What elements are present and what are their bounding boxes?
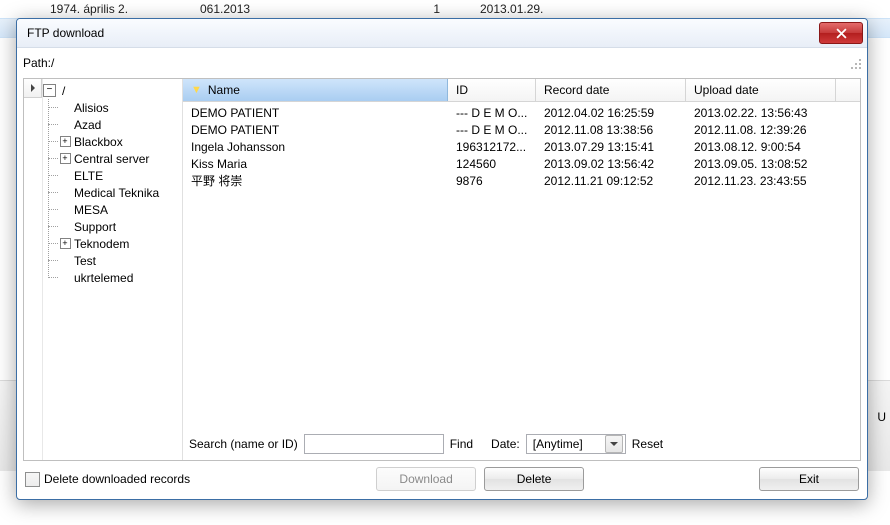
delete-button[interactable]: Delete — [484, 467, 584, 491]
tree-item[interactable]: +Central server — [61, 150, 182, 167]
table-row[interactable]: 平野 将崇98762012.11.21 09:12:522012.11.23. … — [183, 172, 860, 189]
plus-icon[interactable]: + — [60, 238, 71, 249]
cell-upload: 2013.08.12. 9:00:54 — [686, 140, 836, 154]
cell-record: 2012.11.08 13:38:56 — [536, 123, 686, 137]
cell-record: 2013.09.02 13:56:42 — [536, 157, 686, 171]
bg-partial-text: U — [877, 410, 886, 424]
table-row[interactable]: Ingela Johansson196312172...2013.07.29 1… — [183, 138, 860, 155]
tree-item-label: Central server — [72, 152, 149, 166]
minus-icon[interactable]: − — [43, 84, 56, 97]
tree-item[interactable]: Support — [61, 218, 182, 235]
column-name[interactable]: ▼ Name — [183, 79, 448, 101]
table-row[interactable]: DEMO PATIENT--- D E M O...2012.04.02 16:… — [183, 104, 860, 121]
tree-item-label: ELTE — [72, 169, 103, 183]
bottom-bar: Delete downloaded records Download Delet… — [17, 461, 867, 499]
tree-item[interactable]: MESA — [61, 201, 182, 218]
window-title: FTP download — [27, 26, 104, 40]
date-dropdown-value: [Anytime] — [533, 437, 583, 451]
grid-body[interactable]: DEMO PATIENT--- D E M O...2012.04.02 16:… — [183, 102, 860, 428]
download-button[interactable]: Download — [376, 467, 476, 491]
tree-gutter — [24, 79, 43, 460]
cell-upload: 2013.02.22. 13:56:43 — [686, 106, 836, 120]
column-id[interactable]: ID — [448, 79, 536, 101]
cell-id: --- D E M O... — [448, 123, 536, 137]
bg-row: 1974. április 2. 061.2013 1 2013.01.29. — [0, 0, 890, 18]
tree-item-label: ukrtelemed — [72, 271, 133, 285]
tree-item[interactable]: +Blackbox — [61, 133, 182, 150]
column-upload-date[interactable]: Upload date — [686, 79, 836, 101]
tree-item-label: MESA — [72, 203, 108, 217]
cell-upload: 2012.11.23. 23:43:55 — [686, 174, 836, 188]
cell-record: 2012.04.02 16:25:59 — [536, 106, 686, 120]
tree-item[interactable]: Medical Teknika — [61, 184, 182, 201]
cell-record: 2013.07.29 13:15:41 — [536, 140, 686, 154]
plus-icon[interactable]: + — [60, 153, 71, 164]
search-bar: Search (name or ID) Find Date: [Anytime]… — [183, 428, 860, 460]
dialog-body: − / AlisiosAzad+Blackbox+Central serverE… — [23, 78, 861, 461]
date-dropdown[interactable]: [Anytime] — [526, 434, 626, 454]
tree-item[interactable]: +Teknodem — [61, 235, 182, 252]
tree-item-label: Test — [72, 254, 96, 268]
cell-name: 平野 将崇 — [183, 172, 448, 189]
grid-header: ▼ Name ID Record date Upload date — [183, 79, 860, 102]
reset-button[interactable]: Reset — [632, 437, 663, 451]
titlebar[interactable]: FTP download — [17, 19, 867, 48]
chevron-down-icon — [605, 435, 623, 453]
cell-name: Kiss Maria — [183, 157, 448, 171]
tree-item[interactable]: ukrtelemed — [61, 269, 182, 286]
cell-id: 124560 — [448, 157, 536, 171]
path-label: Path:/ — [23, 56, 54, 70]
tree-item-label: Medical Teknika — [72, 186, 159, 200]
column-record-date[interactable]: Record date — [536, 79, 686, 101]
tree-pane: − / AlisiosAzad+Blackbox+Central serverE… — [24, 79, 183, 460]
tree-item[interactable]: Test — [61, 252, 182, 269]
cell-id: 9876 — [448, 174, 536, 188]
resize-grip-icon — [849, 57, 861, 69]
column-tail — [836, 79, 860, 101]
cell-name: DEMO PATIENT — [183, 106, 448, 120]
list-pane: ▼ Name ID Record date Upload date DEMO P… — [183, 79, 860, 460]
path-bar: Path:/ — [17, 48, 867, 74]
cell-id: --- D E M O... — [448, 106, 536, 120]
table-row[interactable]: Kiss Maria1245602013.09.02 13:56:422013.… — [183, 155, 860, 172]
tree-item-label: Support — [72, 220, 116, 234]
table-row[interactable]: DEMO PATIENT--- D E M O...2012.11.08 13:… — [183, 121, 860, 138]
checkbox-icon — [25, 472, 40, 487]
tree-item-label: Alisios — [72, 101, 109, 115]
tree-item[interactable]: Azad — [61, 116, 182, 133]
search-input[interactable] — [304, 434, 444, 454]
exit-button[interactable]: Exit — [759, 467, 859, 491]
tree-root[interactable]: − / — [43, 82, 182, 99]
ftp-download-dialog: FTP download Path:/ − / — [16, 18, 868, 500]
date-label: Date: — [491, 437, 520, 451]
plus-icon[interactable]: + — [60, 136, 71, 147]
tree-item[interactable]: ELTE — [61, 167, 182, 184]
sort-asc-icon: ▼ — [191, 84, 202, 96]
cell-record: 2012.11.21 09:12:52 — [536, 174, 686, 188]
folder-tree[interactable]: − / AlisiosAzad+Blackbox+Central serverE… — [43, 79, 182, 460]
tree-item-label: Teknodem — [72, 237, 129, 251]
cell-name: Ingela Johansson — [183, 140, 448, 154]
cell-name: DEMO PATIENT — [183, 123, 448, 137]
cell-upload: 2012.11.08. 12:39:26 — [686, 123, 836, 137]
tree-item-label: Blackbox — [72, 135, 123, 149]
delete-downloaded-checkbox[interactable]: Delete downloaded records — [25, 472, 190, 487]
close-button[interactable] — [819, 22, 863, 44]
cell-upload: 2013.09.05. 13:08:52 — [686, 157, 836, 171]
tree-item-label: Azad — [72, 118, 101, 132]
search-label: Search (name or ID) — [189, 437, 298, 451]
tree-nav-button[interactable] — [23, 78, 42, 98]
cell-id: 196312172... — [448, 140, 536, 154]
close-icon — [836, 28, 847, 39]
find-button[interactable]: Find — [450, 437, 473, 451]
tree-item[interactable]: Alisios — [61, 99, 182, 116]
